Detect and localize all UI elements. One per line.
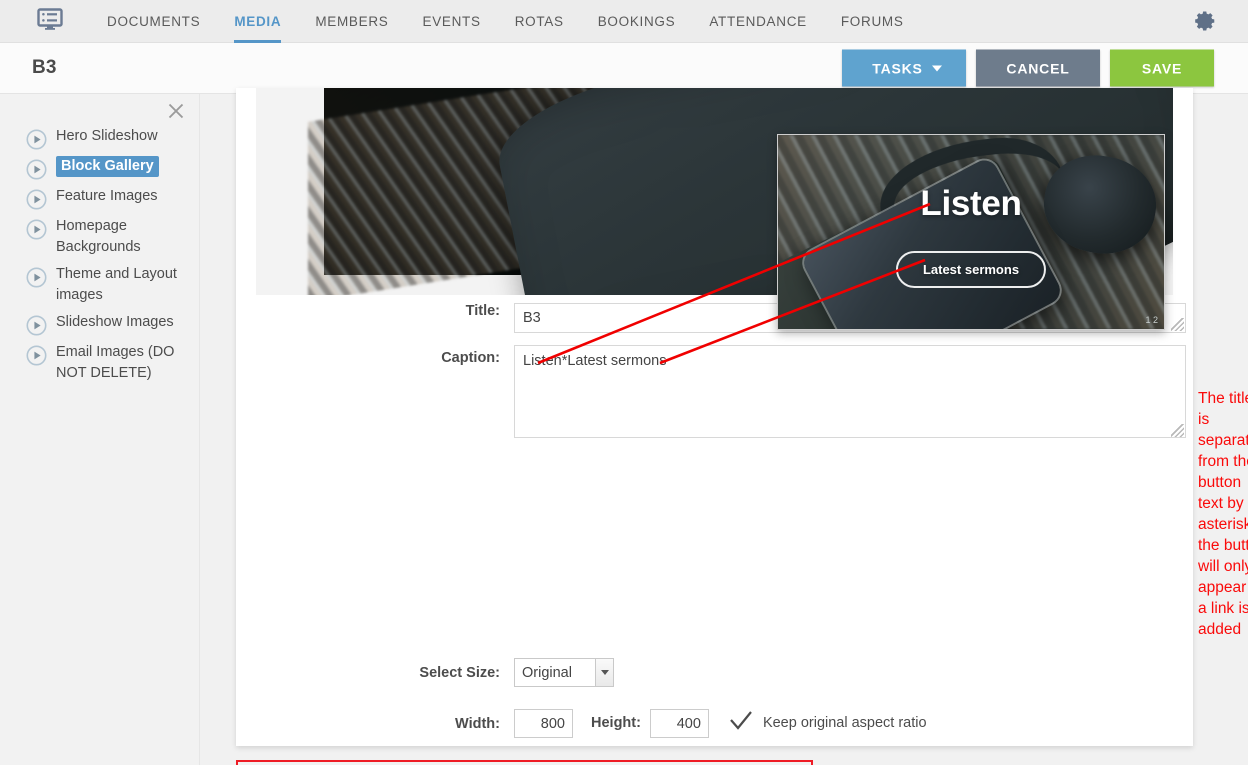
- action-buttons: TASKS CANCEL SAVE: [842, 49, 1214, 87]
- height-label: Height:: [591, 715, 641, 731]
- sidebar-item-label: Slideshow Images: [56, 314, 174, 330]
- link-highlight-box: Link: System Page (/Media/AllMedia.aspx): [236, 760, 813, 765]
- title-resize-grip[interactable]: [1171, 318, 1184, 331]
- nav-item-events[interactable]: EVENTS: [405, 0, 497, 43]
- nav-label: DOCUMENTS: [107, 13, 201, 29]
- sidebar-item-label: Theme and Layout images: [56, 266, 177, 303]
- sidebar-item-label: Feature Images: [56, 188, 158, 204]
- nav-item-bookings[interactable]: BOOKINGS: [581, 0, 693, 43]
- nav-label: FORUMS: [840, 13, 904, 29]
- left-sidebar: Hero Slideshow Block Gallery Feature Ima…: [0, 94, 200, 765]
- nav-label: ATTENDANCE: [709, 13, 807, 29]
- select-size-label: Select Size:: [419, 664, 500, 681]
- aspect-ratio-label: Keep original aspect ratio: [762, 715, 927, 731]
- hover-preview-badge: 1 2: [1145, 315, 1158, 325]
- settings-button[interactable]: [1194, 9, 1218, 33]
- play-circle-icon: [26, 267, 47, 288]
- tasks-button-label: TASKS: [872, 60, 923, 76]
- height-input[interactable]: [649, 709, 709, 738]
- hover-preview-photo: [778, 135, 1164, 329]
- monitor-list-icon: [37, 7, 63, 35]
- sidebar-item-block-gallery[interactable]: Block Gallery: [0, 153, 199, 183]
- caption-row: Caption: The title is separated from the…: [236, 345, 1248, 640]
- nav-item-rotas[interactable]: ROTAS: [498, 0, 581, 43]
- save-button[interactable]: SAVE: [1110, 49, 1214, 87]
- sidebar-item-theme-and-layout-images[interactable]: Theme and Layout images: [0, 261, 199, 309]
- dropdown-arrow-icon: [595, 659, 613, 686]
- nav-item-media[interactable]: MEDIA: [217, 0, 298, 43]
- nav-item-attendance[interactable]: ATTENDANCE: [692, 0, 824, 43]
- play-circle-icon: [26, 189, 47, 210]
- nav-label: EVENTS: [422, 13, 481, 29]
- play-circle-icon: [26, 129, 47, 150]
- sidebar-item-label: Homepage Backgrounds: [56, 218, 141, 255]
- nav-item-documents[interactable]: DOCUMENTS: [90, 0, 217, 43]
- top-navigation-bar: DOCUMENTS MEDIA MEMBERS EVENTS ROTAS BOO…: [0, 0, 1248, 43]
- gear-icon: [1194, 11, 1218, 37]
- nav-item-forums[interactable]: FORUMS: [824, 0, 921, 43]
- sidebar-item-homepage-backgrounds[interactable]: Homepage Backgrounds: [0, 213, 199, 261]
- play-circle-icon: [26, 315, 47, 336]
- caption-field-wrap: [514, 345, 1186, 443]
- page-action-bar: B3 TASKS CANCEL SAVE: [0, 43, 1248, 94]
- sidebar-item-label: Email Images (DO NOT DELETE): [56, 344, 175, 381]
- title-label: Title:: [465, 303, 500, 319]
- link-row: Link: System Page (/Media/AllMedia.aspx): [236, 760, 1193, 765]
- caption-label: Caption:: [441, 350, 500, 366]
- app-root: DOCUMENTS MEDIA MEMBERS EVENTS ROTAS BOO…: [0, 0, 1248, 765]
- tasks-button[interactable]: TASKS: [842, 49, 966, 87]
- caption-resize-grip[interactable]: [1171, 424, 1184, 437]
- sidebar-item-email-images[interactable]: Email Images (DO NOT DELETE): [0, 339, 199, 387]
- select-size-dropdown[interactable]: Original: [514, 658, 614, 687]
- select-size-value: Original: [522, 664, 572, 681]
- sidebar-item-label: Block Gallery: [56, 156, 159, 177]
- select-size-row: Select Size: Original: [236, 658, 1193, 687]
- caption-annotation-note: The title is separated from the button t…: [1198, 390, 1248, 638]
- page-title: B3: [32, 57, 57, 78]
- caption-textarea[interactable]: [514, 345, 1186, 438]
- play-circle-icon: [26, 345, 47, 366]
- chevron-down-icon: [931, 65, 942, 71]
- sidebar-item-feature-images[interactable]: Feature Images: [0, 183, 199, 213]
- sidebar-close-button[interactable]: [165, 100, 187, 122]
- sidebar-item-list: Hero Slideshow Block Gallery Feature Ima…: [0, 94, 199, 387]
- sidebar-item-hero-slideshow[interactable]: Hero Slideshow: [0, 123, 199, 153]
- nav-label: MEMBERS: [315, 13, 389, 29]
- play-circle-icon: [26, 159, 47, 180]
- width-label: Width:: [455, 715, 500, 732]
- dimensions-row: Width: Height: Keep original aspect rati…: [236, 709, 1193, 738]
- aspect-ratio-checkbox[interactable]: [728, 710, 754, 737]
- nav-item-members[interactable]: MEMBERS: [298, 0, 405, 43]
- app-logo-button[interactable]: [32, 7, 68, 35]
- cancel-button[interactable]: CANCEL: [976, 49, 1100, 87]
- image-hover-preview: Listen Latest sermons 1 2: [777, 134, 1165, 330]
- hover-preview-heading: Listen: [920, 184, 1022, 223]
- hover-preview-button[interactable]: Latest sermons: [895, 251, 1047, 288]
- sidebar-item-slideshow-images[interactable]: Slideshow Images: [0, 309, 199, 339]
- play-circle-icon: [26, 219, 47, 240]
- sidebar-item-label: Hero Slideshow: [56, 128, 158, 144]
- close-icon: [165, 103, 187, 126]
- nav-label: ROTAS: [514, 13, 564, 29]
- nav-label: BOOKINGS: [597, 13, 676, 29]
- width-input[interactable]: [514, 709, 573, 738]
- media-properties-form: Title: Caption: The title is separated f…: [236, 303, 1248, 765]
- main-nav-items: DOCUMENTS MEDIA MEMBERS EVENTS ROTAS BOO…: [90, 0, 921, 43]
- nav-label: MEDIA: [234, 13, 282, 29]
